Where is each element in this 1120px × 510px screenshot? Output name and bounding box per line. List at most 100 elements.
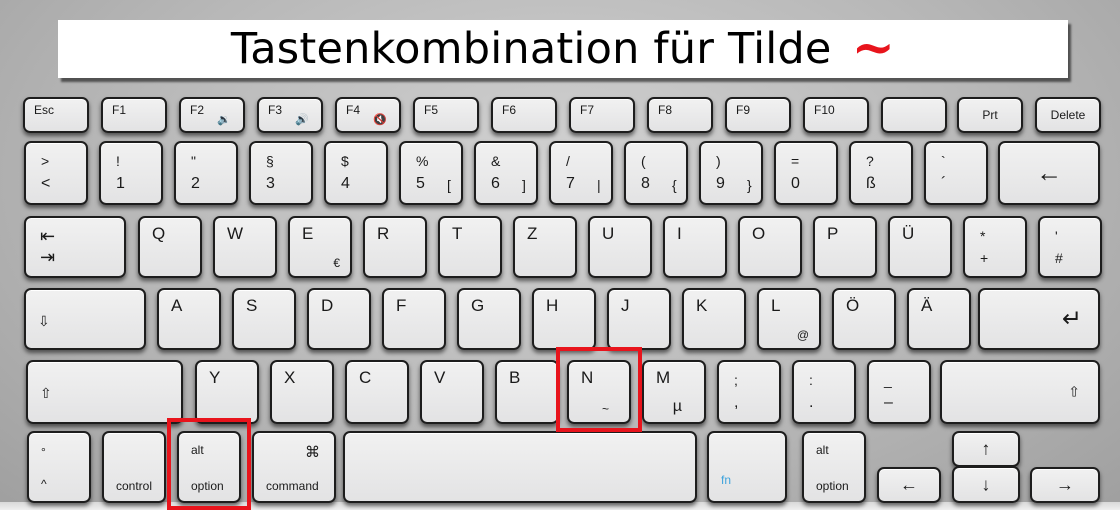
key-alt-label: [ <box>447 177 451 193</box>
key-enter[interactable]: ↵ <box>978 288 1100 350</box>
key-c[interactable]: C <box>345 360 409 424</box>
key-label: A <box>171 296 183 315</box>
key-number-6[interactable]: & 6] <box>474 141 538 205</box>
key-f10[interactable]: F10 <box>803 97 869 133</box>
key-f5[interactable]: F5 <box>413 97 479 133</box>
key-u[interactable]: U <box>588 216 652 278</box>
key-f2[interactable]: F2 🔉 <box>179 97 245 133</box>
key-esc[interactable]: Esc <box>23 97 89 133</box>
key-f9[interactable]: F9 <box>725 97 791 133</box>
key-f7[interactable]: F7 <box>569 97 635 133</box>
key-option-right[interactable]: alt option <box>802 431 866 503</box>
key-r[interactable]: R <box>363 216 427 278</box>
key-label: F3 <box>268 103 283 117</box>
key-e[interactable]: E € <box>288 216 352 278</box>
key-number-10[interactable]: = 0 <box>774 141 838 205</box>
arrow-left-icon: ← <box>900 474 918 495</box>
key-number-1[interactable]: ! 1 <box>99 141 163 205</box>
key-arrow-left[interactable]: ← <box>877 467 941 503</box>
key-arrow-up[interactable]: ↑ <box>952 431 1020 467</box>
key-f8[interactable]: F8 <box>647 97 713 133</box>
key-punct-0[interactable]: ;, <box>717 360 781 424</box>
key-number-2[interactable]: " 2 <box>174 141 238 205</box>
key-shift-label: % <box>416 153 429 169</box>
key-number-3[interactable]: § 3 <box>249 141 313 205</box>
key-arrow-right[interactable]: → <box>1030 467 1100 503</box>
key-d[interactable]: D <box>307 288 371 350</box>
key-ä[interactable]: Ä <box>907 288 971 350</box>
key-backspace[interactable]: ← <box>998 141 1100 205</box>
key-main-label: 3 <box>266 175 275 192</box>
key-g[interactable]: G <box>457 288 521 350</box>
key-number-8[interactable]: (8 { <box>624 141 688 205</box>
key-shift-label: _ <box>884 372 892 388</box>
key-command[interactable]: ⌘ command <box>252 431 336 503</box>
key-capslock[interactable]: ⇩ <box>24 288 146 350</box>
key-fn[interactable]: fn <box>707 431 787 503</box>
key-number-4[interactable]: $4 <box>324 141 388 205</box>
key-blank[interactable] <box>881 97 947 133</box>
shift-icon: ⇧ <box>40 385 52 401</box>
key-tab[interactable]: ⇤ ⇥ <box>24 216 126 278</box>
key-f1[interactable]: F1 <box>101 97 167 133</box>
key-number-12[interactable]: ` ´ <box>924 141 988 205</box>
key-prt[interactable]: Prt <box>957 97 1023 133</box>
key-b[interactable]: B <box>495 360 559 424</box>
key-l[interactable]: L @ <box>757 288 821 350</box>
key-j[interactable]: J <box>607 288 671 350</box>
key-number-0[interactable]: > < <box>24 141 88 205</box>
key-alt-label: } <box>747 177 752 193</box>
key-number-5[interactable]: % 5 [ <box>399 141 463 205</box>
key-caret[interactable]: ° ^ <box>27 431 91 503</box>
key-w[interactable]: W <box>213 216 277 278</box>
key-main-label: 7 <box>566 175 575 192</box>
key-delete[interactable]: Delete <box>1035 97 1101 133</box>
key-control[interactable]: control <box>102 431 166 503</box>
key-alt-label: ] <box>522 177 526 193</box>
key-alt-label: @ <box>796 328 809 342</box>
key-f3[interactable]: F3 🔊 <box>257 97 323 133</box>
key-y[interactable]: Y <box>195 360 259 424</box>
key-v[interactable]: V <box>420 360 484 424</box>
key-k[interactable]: K <box>682 288 746 350</box>
key-o[interactable]: O <box>738 216 802 278</box>
key-m[interactable]: Mµ <box>642 360 706 424</box>
key-punct-1[interactable]: :. <box>792 360 856 424</box>
key-hash[interactable]: ' # <box>1038 216 1102 278</box>
key-f4[interactable]: F4 🔇 <box>335 97 401 133</box>
key-main-label: 4 <box>341 175 350 192</box>
key-punct-2[interactable]: _ – <box>867 360 931 424</box>
command-icon: ⌘ <box>305 444 320 461</box>
key-label: T <box>452 224 463 243</box>
backspace-arrow-icon: ← <box>1036 157 1062 188</box>
key-label: F <box>396 296 407 315</box>
key-x[interactable]: X <box>270 360 334 424</box>
key-space[interactable] <box>343 431 697 503</box>
key-ü[interactable]: Ü <box>888 216 952 278</box>
alt-label: alt <box>816 443 829 457</box>
key-s[interactable]: S <box>232 288 296 350</box>
key-q[interactable]: Q <box>138 216 202 278</box>
arrow-right-icon: → <box>1056 474 1074 495</box>
key-ö[interactable]: Ö <box>832 288 896 350</box>
tab-forward-icon: ⇥ <box>40 247 56 267</box>
tilde-symbol: ~ <box>851 16 896 78</box>
key-alt-label: € <box>333 256 340 270</box>
key-arrow-down[interactable]: ↓ <box>952 466 1020 503</box>
key-z[interactable]: Z <box>513 216 577 278</box>
key-label: G <box>471 296 485 315</box>
key-number-9[interactable]: ) 9} <box>699 141 763 205</box>
key-a[interactable]: A <box>157 288 221 350</box>
key-shift-left[interactable]: ⇧ <box>26 360 183 424</box>
key-number-11[interactable]: ? ß <box>849 141 913 205</box>
key-h[interactable]: H <box>532 288 596 350</box>
key-f6[interactable]: F6 <box>491 97 557 133</box>
key-main-label: # <box>1055 250 1063 266</box>
key-plus[interactable]: * + <box>963 216 1027 278</box>
key-number-7[interactable]: / 7 | <box>549 141 613 205</box>
key-i[interactable]: I <box>663 216 727 278</box>
key-shift-right[interactable]: ⇧ <box>940 360 1100 424</box>
key-t[interactable]: T <box>438 216 502 278</box>
key-p[interactable]: P <box>813 216 877 278</box>
key-f[interactable]: F <box>382 288 446 350</box>
